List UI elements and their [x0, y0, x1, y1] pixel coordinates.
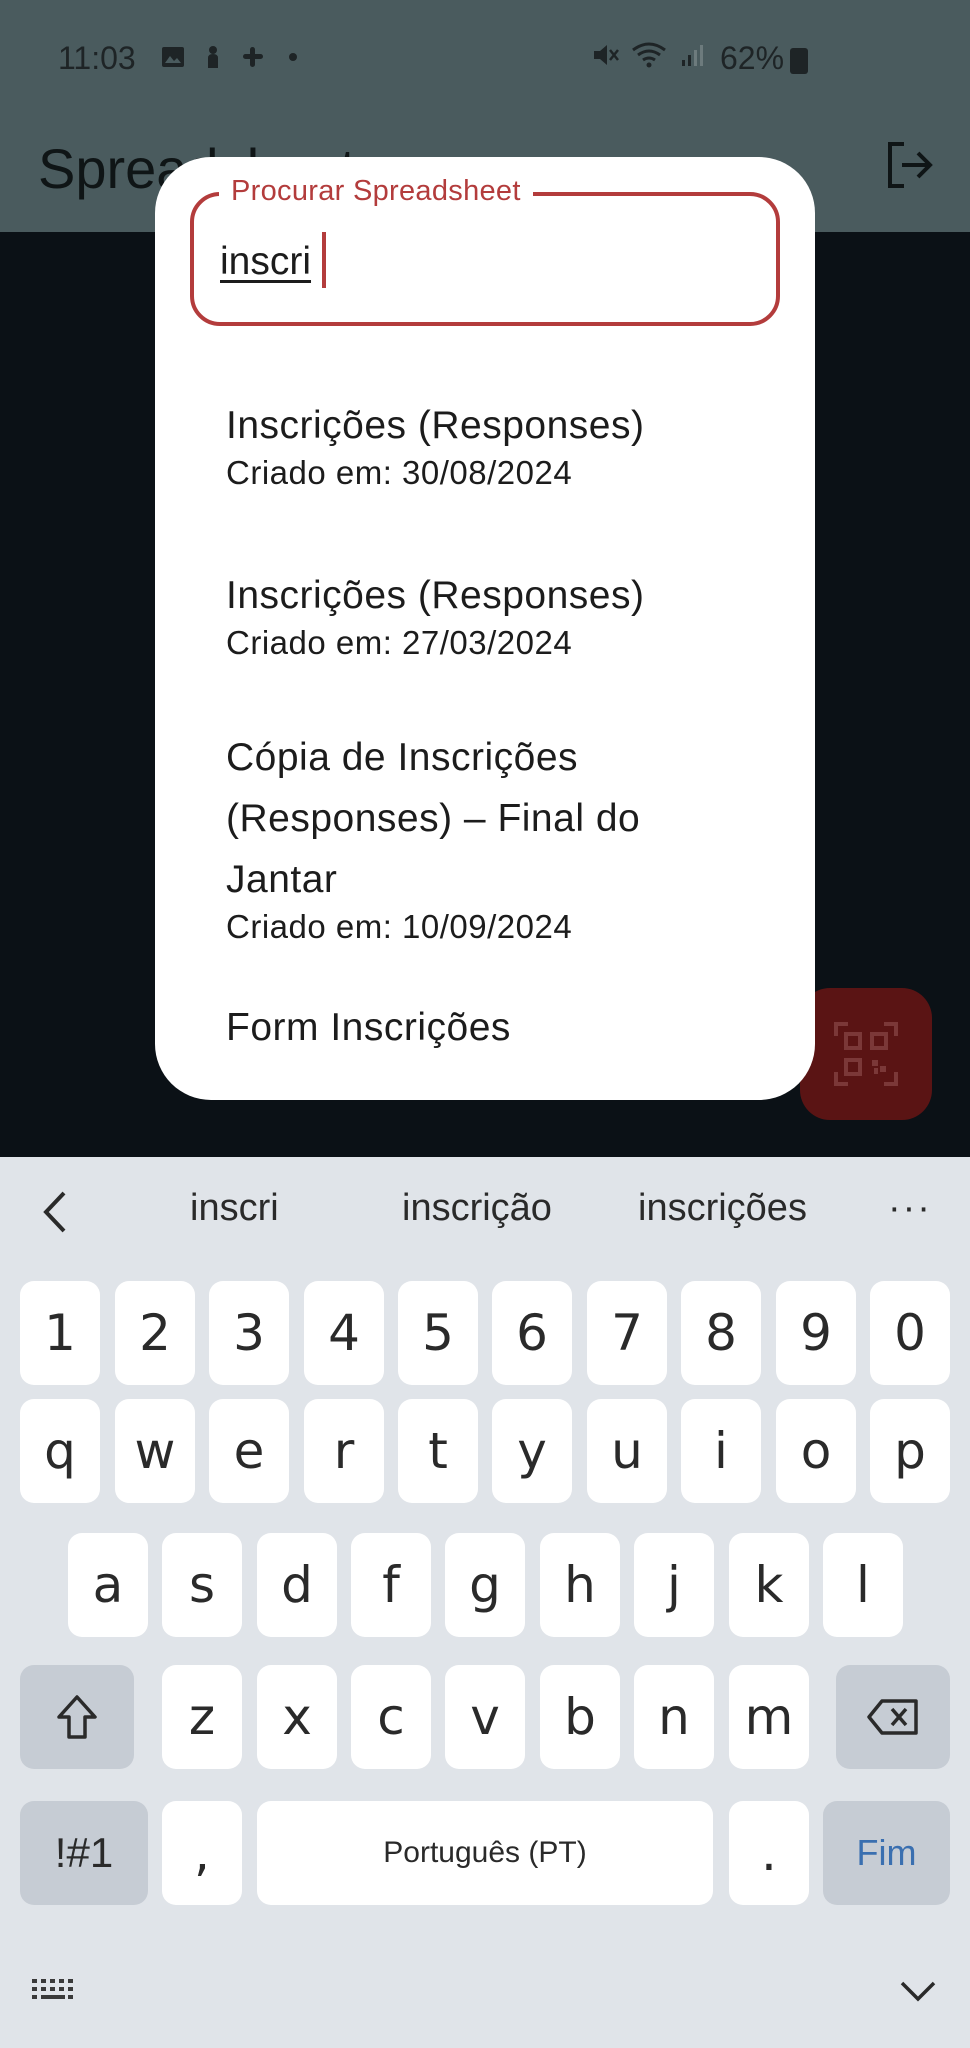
key-7[interactable]: 7 [587, 1281, 667, 1385]
search-dialog: inscri Procurar Spreadsheet Inscrições (… [155, 157, 815, 1100]
symbols-key[interactable]: !#1 [20, 1801, 148, 1905]
suggestion-bar: inscri inscrição inscrições ··· [0, 1157, 970, 1267]
soft-keyboard: inscri inscrição inscrições ··· 1 2 3 4 … [0, 1157, 970, 2048]
period-key[interactable]: . [729, 1801, 809, 1905]
key-1[interactable]: 1 [20, 1281, 100, 1385]
result-date: Criado em: 30/08/2024 [226, 454, 573, 491]
key-6[interactable]: 6 [492, 1281, 572, 1385]
key-y[interactable]: y [492, 1399, 572, 1503]
key-s[interactable]: s [162, 1533, 242, 1637]
key-z[interactable]: z [162, 1665, 242, 1769]
suggestion-item[interactable]: inscrição [402, 1187, 552, 1230]
signal-icon [682, 45, 703, 66]
chevron-left-icon[interactable] [40, 1189, 70, 1235]
backspace-key[interactable] [836, 1665, 950, 1769]
wifi-icon [632, 42, 666, 68]
key-2[interactable]: 2 [115, 1281, 195, 1385]
keyboard-grid-icon[interactable] [30, 1975, 76, 2005]
result-item[interactable]: Inscrições (Responses) Criado em: 30/08/… [226, 395, 766, 492]
key-k[interactable]: k [729, 1533, 809, 1637]
comma-key[interactable]: , [162, 1801, 242, 1905]
key-n[interactable]: n [634, 1665, 714, 1769]
key-v[interactable]: v [445, 1665, 525, 1769]
result-item[interactable]: Cópia de Inscrições (Responses) – Final … [226, 727, 746, 946]
key-b[interactable]: b [540, 1665, 620, 1769]
slack-icon [243, 47, 263, 67]
result-title: Inscrições (Responses) [226, 404, 645, 447]
battery-percent: 62% [720, 40, 785, 76]
key-r[interactable]: r [304, 1399, 384, 1503]
search-label: Procurar Spreadsheet [219, 175, 533, 208]
hide-keyboard-icon[interactable] [898, 1979, 938, 2003]
key-i[interactable]: i [681, 1399, 761, 1503]
qr-code-icon [834, 1022, 898, 1086]
search-input-value[interactable]: inscri [220, 240, 311, 284]
shift-key[interactable] [20, 1665, 134, 1769]
key-e[interactable]: e [209, 1399, 289, 1503]
result-title: Inscrições (Responses) [226, 574, 645, 617]
status-icons-left [160, 44, 306, 70]
result-title: Form Inscrições [226, 1006, 511, 1049]
image-icon [162, 47, 184, 67]
key-3[interactable]: 3 [209, 1281, 289, 1385]
status-time: 11:03 [58, 40, 136, 76]
key-h[interactable]: h [540, 1533, 620, 1637]
person-icon [208, 46, 218, 68]
mute-icon [594, 45, 619, 65]
key-u[interactable]: u [587, 1399, 667, 1503]
status-bar: 11:03 62% [0, 0, 970, 120]
key-p[interactable]: p [870, 1399, 950, 1503]
suggestion-item[interactable]: inscrições [638, 1187, 807, 1230]
result-title: Cópia de Inscrições (Responses) – Final … [226, 736, 641, 901]
qr-scan-button[interactable] [800, 988, 932, 1120]
dot-icon [289, 53, 297, 61]
result-date: Criado em: 10/09/2024 [226, 908, 573, 945]
logout-icon[interactable] [884, 140, 936, 190]
key-q[interactable]: q [20, 1399, 100, 1503]
shift-icon [57, 1695, 97, 1739]
key-5[interactable]: 5 [398, 1281, 478, 1385]
battery-icon [790, 48, 808, 74]
key-l[interactable]: l [823, 1533, 903, 1637]
key-f[interactable]: f [351, 1533, 431, 1637]
space-key[interactable]: Português (PT) [257, 1801, 713, 1905]
status-icons-right [590, 40, 708, 70]
done-key[interactable]: Fim [823, 1801, 950, 1905]
more-options-icon[interactable]: ··· [888, 1187, 932, 1230]
suggestion-item[interactable]: inscri [190, 1187, 279, 1230]
key-c[interactable]: c [351, 1665, 431, 1769]
key-j[interactable]: j [634, 1533, 714, 1637]
text-cursor [322, 232, 326, 288]
key-9[interactable]: 9 [776, 1281, 856, 1385]
key-t[interactable]: t [398, 1399, 478, 1503]
result-date: Criado em: 27/03/2024 [226, 624, 573, 661]
key-o[interactable]: o [776, 1399, 856, 1503]
key-m[interactable]: m [729, 1665, 809, 1769]
key-a[interactable]: a [68, 1533, 148, 1637]
key-g[interactable]: g [445, 1533, 525, 1637]
search-input[interactable]: inscri [190, 192, 780, 326]
result-item[interactable]: Inscrições (Responses) Criado em: 27/03/… [226, 565, 766, 662]
key-4[interactable]: 4 [304, 1281, 384, 1385]
key-x[interactable]: x [257, 1665, 337, 1769]
result-item[interactable]: Form Inscrições [226, 997, 766, 1058]
key-8[interactable]: 8 [681, 1281, 761, 1385]
key-w[interactable]: w [115, 1399, 195, 1503]
key-0[interactable]: 0 [870, 1281, 950, 1385]
backspace-icon [867, 1699, 918, 1735]
key-d[interactable]: d [257, 1533, 337, 1637]
